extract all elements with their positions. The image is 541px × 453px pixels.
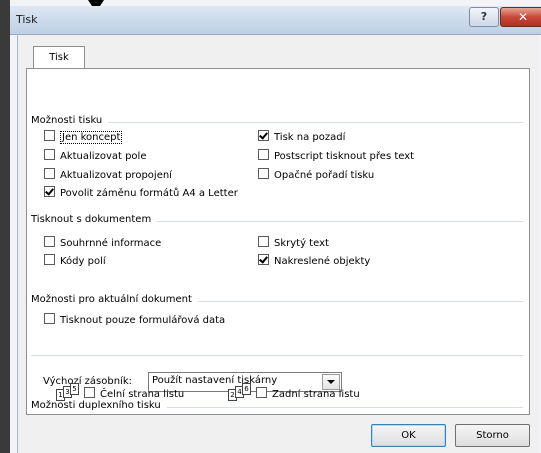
- pages-2-4-6-icon: 2 4 6: [228, 383, 251, 401]
- option-drawn-objects[interactable]: Nakreslené objekty: [258, 254, 370, 267]
- option-summary-info[interactable]: Souhrnné informace: [44, 236, 161, 249]
- duplex-back-option[interactable]: 2 4 6 Zadní strana listu: [228, 383, 408, 403]
- tab-tisk[interactable]: Tisk: [33, 46, 85, 69]
- option-label: Jen koncept: [60, 131, 123, 144]
- background-strip: [0, 0, 10, 453]
- option-allow-a4-letter[interactable]: Povolit záměnu formátů A4 a Letter: [44, 186, 238, 199]
- option-label: Povolit záměnu formátů A4 a Letter: [60, 188, 238, 199]
- option-form-data-only[interactable]: Tisknout pouze formulářová data: [44, 313, 225, 326]
- option-reverse-order[interactable]: Opačné pořadí tisku: [258, 168, 374, 181]
- help-button[interactable]: ?: [469, 7, 499, 27]
- option-label: Čelní strana listu: [100, 389, 185, 400]
- duplex-front-option[interactable]: 1 3 5 Čelní strana listu: [56, 383, 216, 403]
- option-background-print[interactable]: Tisk na pozadí: [258, 130, 345, 143]
- checkbox[interactable]: [84, 387, 95, 398]
- duplex-front-checkbox-row[interactable]: Čelní strana listu: [84, 387, 184, 400]
- option-update-fields[interactable]: Aktualizovat pole: [44, 149, 146, 162]
- checkbox[interactable]: [44, 313, 55, 324]
- option-label: Nakreslené objekty: [274, 256, 371, 267]
- option-label: Zadní strana listu: [272, 389, 360, 400]
- option-label: Souhrnné informace: [60, 238, 162, 249]
- option-label: Tisknout pouze formulářová data: [60, 315, 226, 326]
- window-title: Tisk: [16, 13, 38, 26]
- checkbox[interactable]: [258, 130, 269, 141]
- pages-1-3-5-icon: 1 3 5: [56, 383, 79, 401]
- checkbox[interactable]: [44, 168, 55, 179]
- checkbox[interactable]: [258, 236, 269, 247]
- option-label: Aktualizovat pole: [60, 151, 147, 162]
- checkbox[interactable]: [44, 186, 55, 197]
- page-number: 6: [242, 383, 251, 395]
- checkbox[interactable]: [258, 168, 269, 179]
- duplex-back-checkbox-row[interactable]: Zadní strana listu: [256, 387, 360, 400]
- close-button[interactable]: ✕: [500, 7, 541, 27]
- option-label: Kódy polí: [60, 256, 106, 267]
- separator: [31, 355, 523, 356]
- option-update-links[interactable]: Aktualizovat propojení: [44, 168, 172, 181]
- option-label: Skrytý text: [274, 238, 329, 249]
- option-label: Opačné pořadí tisku: [274, 170, 375, 181]
- checkbox[interactable]: [44, 130, 55, 141]
- checkbox[interactable]: [256, 387, 267, 398]
- option-label: Aktualizovat propojení: [60, 170, 172, 181]
- checkbox[interactable]: [44, 149, 55, 160]
- option-label: Postscript tisknout přes text: [274, 151, 415, 162]
- option-draft[interactable]: Jen koncept: [44, 130, 123, 144]
- checkbox[interactable]: [258, 149, 269, 160]
- option-postscript-over-text[interactable]: Postscript tisknout přes text: [258, 149, 414, 162]
- page-number: 5: [70, 383, 79, 395]
- option-label: Tisk na pozadí: [274, 132, 346, 143]
- group-title-current-document: Možnosti pro aktuální dokument: [31, 294, 198, 305]
- cancel-button[interactable]: Storno: [455, 424, 530, 447]
- group-title-print-options: Možnosti tisku: [31, 115, 109, 126]
- checkbox[interactable]: [258, 254, 269, 265]
- group-title-print-with-document: Tisknout s dokumentem: [31, 214, 158, 225]
- screen: Tisk ? ✕ Tisk Možnosti tisku Jen koncept…: [0, 0, 541, 453]
- option-hidden-text[interactable]: Skrytý text: [258, 236, 329, 249]
- print-dialog: Tisk Možnosti tisku Jen koncept Aktualiz…: [17, 35, 539, 453]
- title-bar: Tisk ? ✕: [10, 6, 541, 35]
- checkbox[interactable]: [44, 254, 55, 265]
- ok-button[interactable]: OK: [371, 424, 446, 447]
- option-field-codes[interactable]: Kódy polí: [44, 254, 106, 267]
- tab-panel: Možnosti tisku Jen koncept Aktualizovat …: [26, 68, 530, 415]
- checkbox[interactable]: [44, 236, 55, 247]
